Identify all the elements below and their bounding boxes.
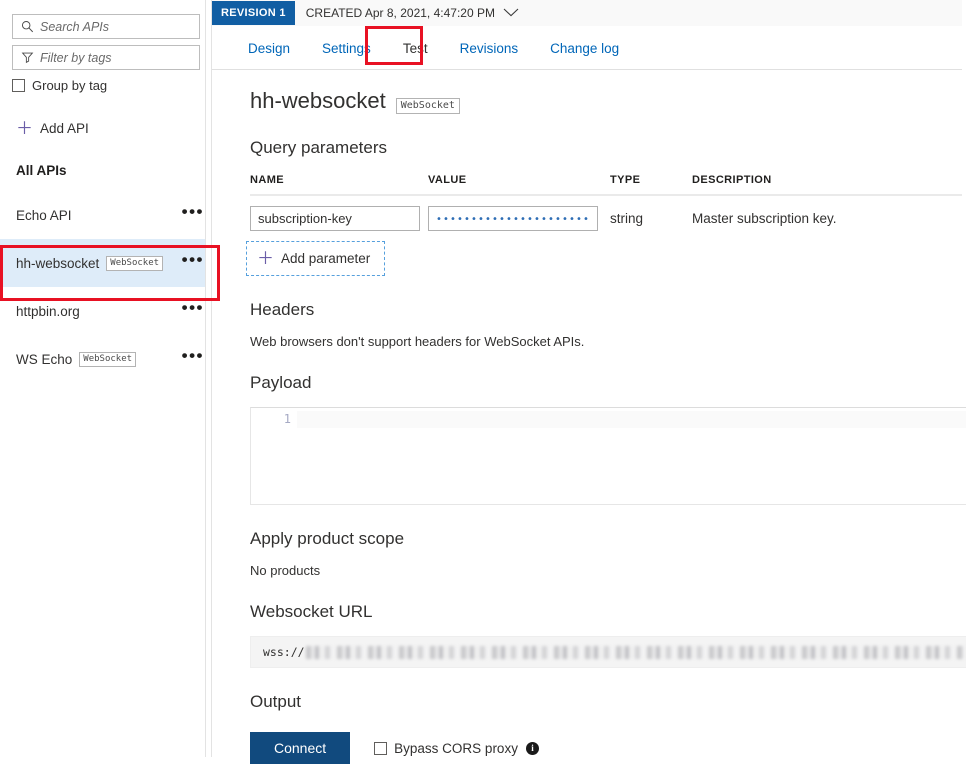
chevron-down-icon[interactable] [503,6,519,20]
add-parameter-button[interactable]: ＋ Add parameter [246,241,385,276]
parameter-description-cell: Master subscription key. [692,211,962,226]
tab-design[interactable]: Design [232,27,306,69]
api-list-item-httpbin-org[interactable]: httpbin.org ••• [0,287,212,335]
parameter-value-cell [428,206,610,231]
filter-icon [19,50,36,66]
revision-created[interactable]: CREATED Apr 8, 2021, 4:47:20 PM [306,6,519,20]
filter-input[interactable] [36,51,193,65]
websocket-url-scheme: wss:// [263,645,305,659]
websocket-badge: WebSocket [79,352,136,367]
add-parameter-label: Add parameter [281,251,370,266]
websocket-url-heading: Websocket URL [250,602,962,622]
bypass-cors-proxy-label: Bypass CORS proxy [394,741,518,756]
websocket-url-box[interactable]: wss:// [250,636,966,668]
websocket-url-redacted [306,646,964,659]
websocket-badge: WebSocket [396,98,460,114]
api-list: Echo API ••• hh-websocket WebSocket ••• … [0,191,212,383]
context-menu-icon[interactable]: ••• [182,256,204,270]
group-by-tag-label: Group by tag [32,78,107,93]
payload-heading: Payload [250,373,962,393]
payload-editor[interactable]: 1 [250,407,966,505]
main-panel: REVISION 1 CREATED Apr 8, 2021, 4:47:20 … [212,0,962,757]
output-heading: Output [250,692,962,712]
sidebar-scrollbar[interactable] [205,0,212,757]
api-name: WS Echo [16,352,72,367]
headers-heading: Headers [250,300,962,320]
revision-badge: REVISION 1 [212,1,295,25]
tab-settings[interactable]: Settings [306,27,387,69]
context-menu-icon[interactable]: ••• [182,352,204,366]
connect-button[interactable]: Connect [250,732,350,764]
page-title-text: hh-websocket [250,88,386,114]
parameter-type-cell: string [610,211,692,226]
add-api-button[interactable]: ＋ Add API [16,120,212,137]
context-menu-icon[interactable]: ••• [182,208,204,222]
tab-test[interactable]: Test [387,27,444,69]
api-tabs: Design Settings Test Revisions Change lo… [212,27,962,70]
api-list-item-hh-websocket[interactable]: hh-websocket WebSocket ••• [0,239,212,287]
query-parameters-table: NAME VALUE TYPE DESCRIPTION string Maste… [250,174,962,231]
column-header-name: NAME [250,174,428,186]
add-api-label: Add API [40,121,89,136]
group-by-tag-checkbox[interactable]: Group by tag [12,78,212,93]
api-name: Echo API [16,208,72,223]
websocket-badge: WebSocket [106,256,163,271]
context-menu-icon[interactable]: ••• [182,304,204,318]
editor-content[interactable] [297,411,966,428]
search-input[interactable] [36,20,193,34]
all-apis-header[interactable]: All APIs [16,163,212,178]
search-apis-field[interactable] [12,14,200,39]
bypass-cors-proxy-checkbox[interactable]: Bypass CORS proxy i [374,741,539,756]
column-header-type: TYPE [610,174,692,186]
revision-bar: REVISION 1 CREATED Apr 8, 2021, 4:47:20 … [212,0,962,27]
parameter-value-input[interactable] [428,206,598,231]
no-products-note: No products [250,563,962,578]
headers-note: Web browsers don't support headers for W… [250,334,962,349]
column-header-value: VALUE [428,174,610,186]
filter-by-tags-field[interactable] [12,45,200,70]
api-sidebar: Group by tag ＋ Add API All APIs Echo API… [0,0,212,757]
test-content: hh-websocket WebSocket Query parameters … [212,88,962,764]
column-header-description: DESCRIPTION [692,174,962,186]
parameter-name-input[interactable] [250,206,420,231]
api-name: httpbin.org [16,304,80,319]
api-list-item-echo-api[interactable]: Echo API ••• [0,191,212,239]
plus-icon: ＋ [257,250,274,267]
apply-product-scope-heading: Apply product scope [250,529,962,549]
parameter-name-cell [250,206,428,231]
scrollbar-thumb[interactable] [206,0,211,104]
checkbox-box [12,79,25,92]
plus-icon: ＋ [16,120,33,137]
query-parameters-heading: Query parameters [250,138,962,158]
checkbox-box [374,742,387,755]
table-row: string Master subscription key. [250,196,962,231]
tab-revisions[interactable]: Revisions [444,27,535,69]
api-list-item-ws-echo[interactable]: WS Echo WebSocket ••• [0,335,212,383]
api-management-test-page: Group by tag ＋ Add API All APIs Echo API… [0,0,966,757]
table-header-row: NAME VALUE TYPE DESCRIPTION [250,174,962,196]
editor-line-number: 1 [251,408,297,504]
revision-created-text: CREATED Apr 8, 2021, 4:47:20 PM [306,6,495,20]
search-icon [19,19,36,35]
info-icon[interactable]: i [526,742,539,755]
footer-actions: Connect Bypass CORS proxy i [250,732,962,764]
api-name: hh-websocket [16,256,99,271]
page-title: hh-websocket WebSocket [250,88,962,114]
tab-change-log[interactable]: Change log [534,27,635,69]
